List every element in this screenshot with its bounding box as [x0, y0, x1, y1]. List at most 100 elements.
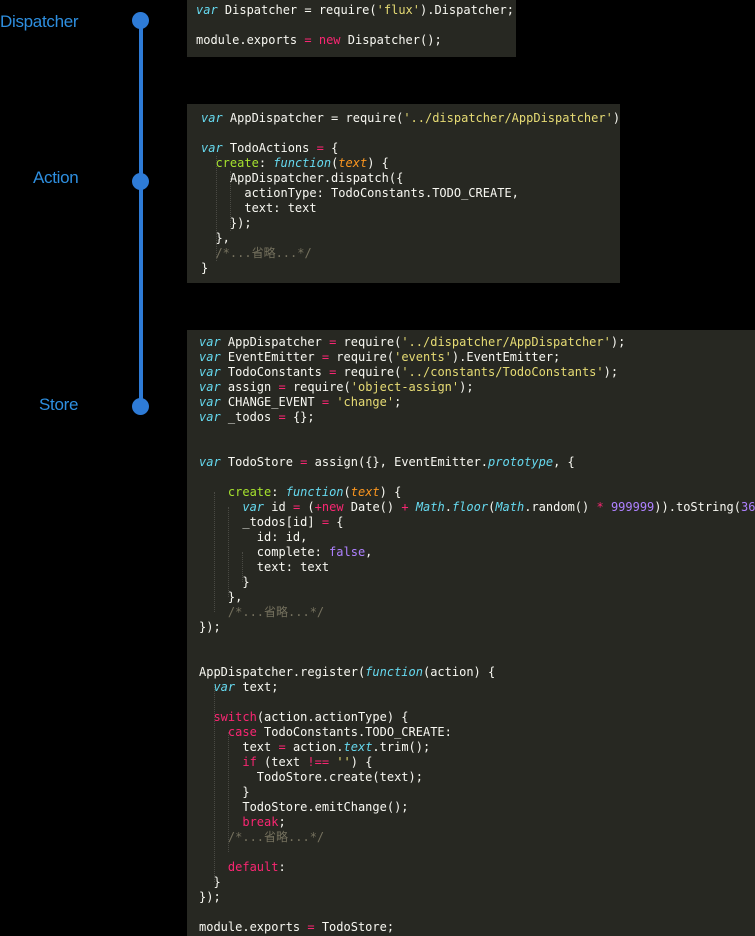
stage-label-dispatcher: Dispatcher	[0, 12, 79, 31]
code-token: floor	[451, 500, 489, 514]
code-token: (action.actionType) {	[256, 710, 409, 724]
code-token: var	[201, 111, 223, 125]
code-token: ,	[365, 545, 373, 559]
code-line: },	[199, 590, 755, 605]
code-token: (action) {	[422, 665, 496, 679]
code-token: var	[242, 500, 265, 514]
code-token: var	[201, 141, 223, 155]
code-token: switch	[213, 710, 257, 724]
code-token: .random()	[524, 500, 597, 514]
code-token: function	[285, 485, 344, 499]
code-line: text: text	[201, 201, 620, 216]
code-token: 'object-assign'	[350, 380, 460, 394]
code-token: module.exports	[199, 920, 308, 934]
code-token: function	[365, 665, 423, 679]
code-token: var	[199, 365, 221, 379]
code-token: create	[227, 485, 272, 499]
code-token: actionType: TodoConstants.TODO_CREATE,	[201, 186, 519, 200]
code-token: =	[321, 515, 330, 529]
code-token: break	[242, 815, 279, 829]
code-line: var text;	[199, 680, 755, 695]
code-token: ''	[336, 755, 351, 769]
code-token: Dispatcher = require(	[217, 3, 377, 17]
code-token: );	[612, 111, 620, 125]
code-line: var TodoStore = assign({}, EventEmitter.…	[199, 455, 755, 470]
code-line: TodoStore.create(text);	[199, 770, 755, 785]
code-line: TodoStore.emitChange();	[199, 800, 755, 815]
code-token: var	[213, 680, 236, 694]
code-token: '../constants/TodoConstants'	[401, 365, 604, 379]
code-token: TodoStore.create(text);	[199, 770, 423, 784]
code-token: 'flux'	[376, 3, 420, 17]
code-token: TodoStore	[220, 455, 301, 469]
code-token: /*...省略...*/	[227, 605, 325, 619]
code-token: );	[459, 380, 474, 394]
code-token: complete:	[199, 545, 330, 559]
code-line: break;	[199, 815, 755, 830]
code-token: 'events'	[394, 350, 452, 364]
indent-guide	[214, 687, 215, 882]
indent-guide	[242, 552, 243, 582]
code-line: /*...省略...*/	[199, 605, 755, 620]
code-line: var id = (+new Date() + Math.floor(Math.…	[199, 500, 755, 515]
code-token: , {	[553, 455, 575, 469]
code-line: var assign = require('object-assign');	[199, 380, 755, 395]
code-token: AppDispatcher.dispatch({	[201, 171, 404, 185]
code-token: *	[596, 500, 604, 514]
code-token: _todos[id]	[199, 515, 322, 529]
code-token: });	[199, 890, 221, 904]
code-token: TodoConstants	[220, 365, 330, 379]
indent-guide	[214, 492, 215, 612]
timeline-dot-store	[132, 398, 149, 415]
code-panel-store: var AppDispatcher = require('../dispatch…	[187, 330, 755, 936]
code-line: });	[199, 620, 755, 635]
timeline-line	[139, 20, 143, 407]
code-line: create: function(text) {	[199, 485, 755, 500]
code-token: }	[199, 785, 250, 799]
code-line: create: function(text) {	[201, 156, 620, 171]
code-token: .	[444, 500, 452, 514]
code-line: var Dispatcher = require('flux').Dispatc…	[196, 3, 516, 18]
code-token: function	[273, 156, 332, 170]
code-token: require(	[285, 380, 351, 394]
code-token: .trim();	[372, 740, 431, 754]
code-token: (	[300, 500, 315, 514]
code-line: AppDispatcher.register(function(action) …	[199, 665, 755, 680]
code-block-store: var AppDispatcher = require('../dispatch…	[187, 335, 755, 935]
code-line: var TodoConstants = require('../constant…	[199, 365, 755, 380]
code-token: new	[318, 33, 341, 47]
code-token: var	[199, 455, 221, 469]
code-line: }	[201, 261, 620, 276]
code-line: });	[199, 890, 755, 905]
code-token: TodoActions	[222, 141, 317, 155]
code-token: TodoStore;	[314, 920, 395, 934]
code-token: assign	[220, 380, 279, 394]
code-line: var AppDispatcher = require('../dispatch…	[199, 335, 755, 350]
code-token: text;	[235, 680, 279, 694]
timeline-dot-dispatcher	[132, 12, 149, 29]
code-token: });	[199, 620, 221, 634]
code-token: var	[199, 395, 221, 409]
code-token: module.exports	[196, 33, 305, 47]
code-token: }	[199, 875, 221, 889]
code-line: if (text !== '') {	[199, 755, 755, 770]
code-token: ) {	[379, 485, 402, 499]
code-token: );	[610, 335, 626, 349]
code-panel-dispatcher: var Dispatcher = require('flux').Dispatc…	[187, 0, 516, 57]
timeline-dot-action	[132, 173, 149, 190]
code-token: text	[338, 156, 368, 170]
code-token: }	[201, 261, 209, 275]
code-token: );	[603, 365, 619, 379]
code-line: var EventEmitter = require('events').Eve…	[199, 350, 755, 365]
code-token: require(	[329, 350, 395, 364]
code-token: +	[401, 500, 409, 514]
code-token: },	[199, 590, 243, 604]
code-line: case TodoConstants.TODO_CREATE:	[199, 725, 755, 740]
code-line: switch(action.actionType) {	[199, 710, 755, 725]
code-token: var	[199, 350, 221, 364]
